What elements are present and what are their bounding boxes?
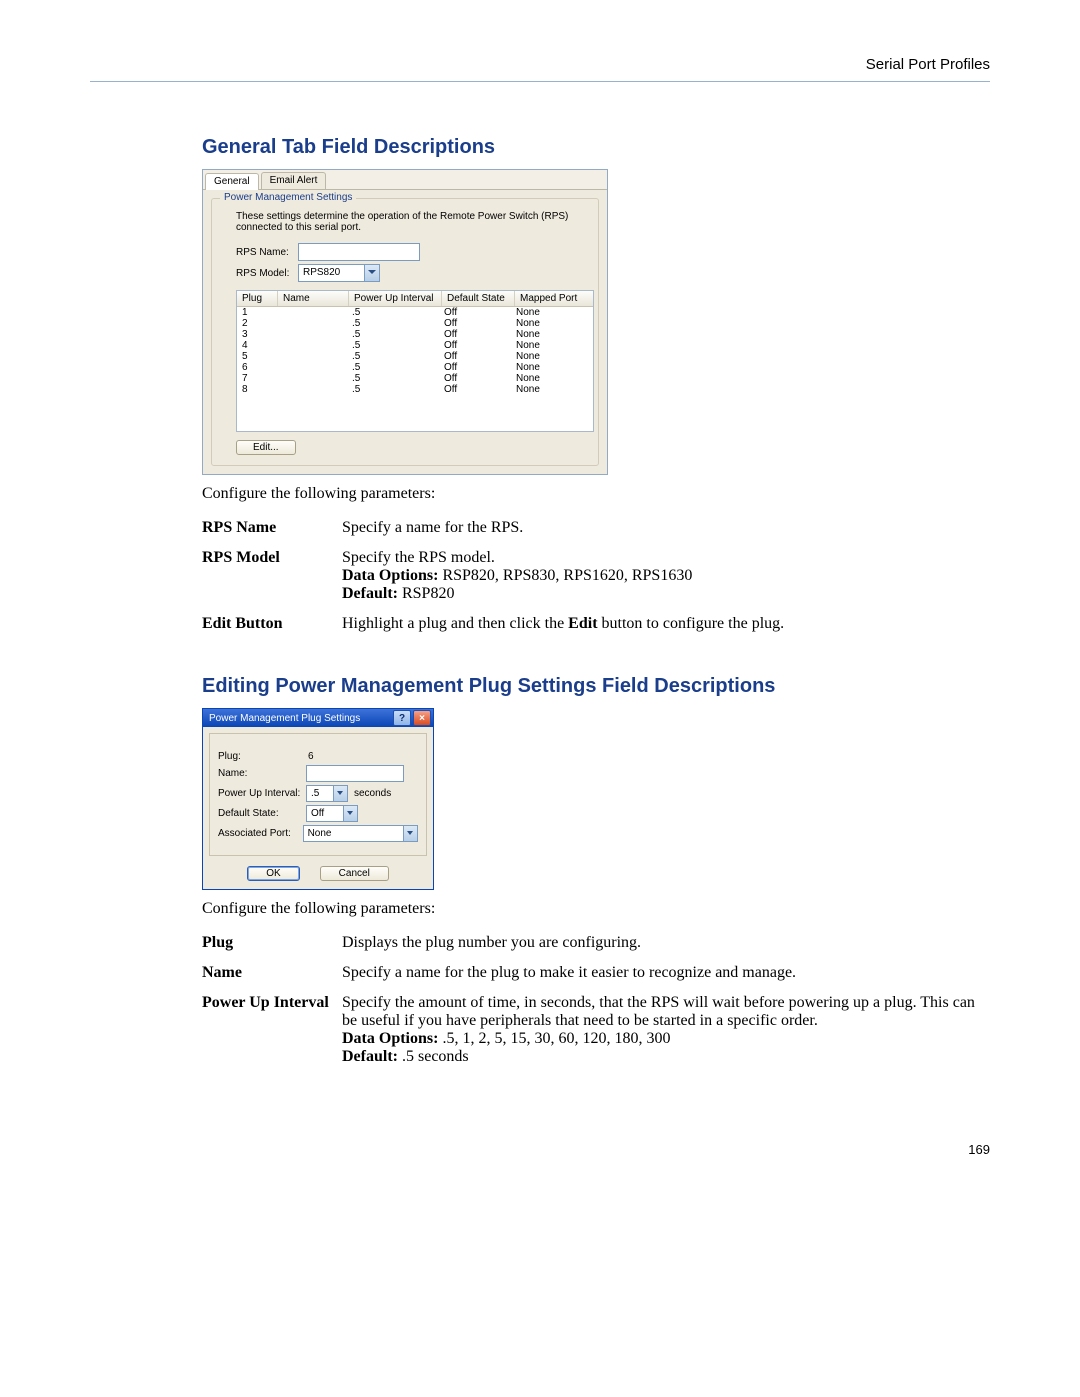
close-icon[interactable]: × bbox=[413, 710, 431, 726]
col-default-state: Default State bbox=[442, 291, 515, 306]
term-rps-model: RPS Model bbox=[202, 543, 342, 609]
cancel-button[interactable]: Cancel bbox=[320, 866, 389, 881]
table-row[interactable]: 3.5OffNone bbox=[237, 329, 593, 340]
term-name: Name bbox=[202, 958, 342, 988]
desc-edit-button: Highlight a plug and then click the Edit… bbox=[342, 609, 784, 639]
chevron-down-icon bbox=[343, 806, 357, 821]
fieldset-description: These settings determine the operation o… bbox=[236, 211, 588, 233]
term-edit-button: Edit Button bbox=[202, 609, 342, 639]
table-row[interactable]: 5.5OffNone bbox=[237, 351, 593, 362]
dialog-titlebar: Power Management Plug Settings ? × bbox=[203, 709, 433, 727]
plug-table[interactable]: Plug Name Power Up Interval Default Stat… bbox=[236, 290, 594, 432]
term-rps-name: RPS Name bbox=[202, 513, 342, 543]
general-tab-screenshot: General Email Alert Power Management Set… bbox=[202, 169, 608, 475]
label-plug: Plug: bbox=[218, 751, 306, 762]
rps-name-input[interactable] bbox=[298, 243, 420, 261]
label-associated-port: Associated Port: bbox=[218, 828, 303, 839]
chevron-down-icon bbox=[403, 826, 417, 841]
section2-configure-text: Configure the following parameters: bbox=[202, 900, 990, 918]
table-row[interactable]: 1.5OffNone bbox=[237, 307, 593, 318]
table-row[interactable]: 8.5OffNone bbox=[237, 384, 593, 395]
value-plug: 6 bbox=[306, 751, 314, 762]
section1-configure-text: Configure the following parameters: bbox=[202, 485, 990, 503]
col-plug: Plug bbox=[237, 291, 278, 306]
section1-definitions: RPS Name Specify a name for the RPS. RPS… bbox=[202, 513, 784, 639]
label-rps-name: RPS Name: bbox=[236, 247, 298, 258]
label-seconds: seconds bbox=[354, 788, 391, 799]
section2-heading: Editing Power Management Plug Settings F… bbox=[202, 675, 990, 698]
header-rule bbox=[90, 81, 990, 82]
ok-button[interactable]: OK bbox=[247, 866, 299, 881]
tab-general[interactable]: General bbox=[205, 173, 259, 190]
col-name: Name bbox=[278, 291, 349, 306]
chevron-down-icon bbox=[364, 265, 379, 281]
dialog-title: Power Management Plug Settings bbox=[209, 713, 391, 724]
term-power-up-interval: Power Up Interval bbox=[202, 988, 342, 1072]
tab-email-alert[interactable]: Email Alert bbox=[261, 172, 327, 189]
label-power-up-interval: Power Up Interval: bbox=[218, 788, 306, 799]
desc-name: Specify a name for the plug to make it e… bbox=[342, 958, 990, 988]
plug-table-header: Plug Name Power Up Interval Default Stat… bbox=[237, 291, 593, 307]
associated-port-select[interactable]: None bbox=[303, 825, 418, 842]
table-row[interactable]: 2.5OffNone bbox=[237, 318, 593, 329]
label-default-state: Default State: bbox=[218, 808, 306, 819]
power-up-interval-select[interactable]: .5 bbox=[306, 785, 348, 802]
desc-rps-model: Specify the RPS model. Data Options: RSP… bbox=[342, 543, 784, 609]
term-plug: Plug bbox=[202, 928, 342, 958]
label-rps-model: RPS Model: bbox=[236, 268, 298, 279]
desc-power-up-interval: Specify the amount of time, in seconds, … bbox=[342, 988, 990, 1072]
rps-model-select[interactable]: RPS820 bbox=[298, 264, 380, 282]
label-plug-name: Name: bbox=[218, 768, 306, 779]
plug-settings-dialog: Power Management Plug Settings ? × Plug:… bbox=[202, 708, 434, 890]
table-row[interactable]: 7.5OffNone bbox=[237, 373, 593, 384]
power-mgmt-fieldset: Power Management Settings These settings… bbox=[211, 198, 599, 466]
edit-button[interactable]: Edit... bbox=[236, 440, 296, 455]
col-power-up-interval: Power Up Interval bbox=[349, 291, 442, 306]
plug-name-input[interactable] bbox=[306, 765, 404, 782]
table-row[interactable]: 6.5OffNone bbox=[237, 362, 593, 373]
chevron-down-icon bbox=[333, 786, 347, 801]
table-row[interactable]: 4.5OffNone bbox=[237, 340, 593, 351]
fieldset-legend: Power Management Settings bbox=[220, 192, 356, 203]
rps-model-value: RPS820 bbox=[299, 265, 364, 281]
section2-definitions: Plug Displays the plug number you are co… bbox=[202, 928, 990, 1072]
header-section-title: Serial Port Profiles bbox=[90, 56, 990, 73]
desc-rps-name: Specify a name for the RPS. bbox=[342, 513, 784, 543]
desc-plug: Displays the plug number you are configu… bbox=[342, 928, 990, 958]
default-state-select[interactable]: Off bbox=[306, 805, 358, 822]
col-mapped-port: Mapped Port bbox=[515, 291, 593, 306]
help-icon[interactable]: ? bbox=[393, 710, 411, 726]
page-number: 169 bbox=[202, 1142, 990, 1157]
section1-heading: General Tab Field Descriptions bbox=[202, 136, 990, 159]
